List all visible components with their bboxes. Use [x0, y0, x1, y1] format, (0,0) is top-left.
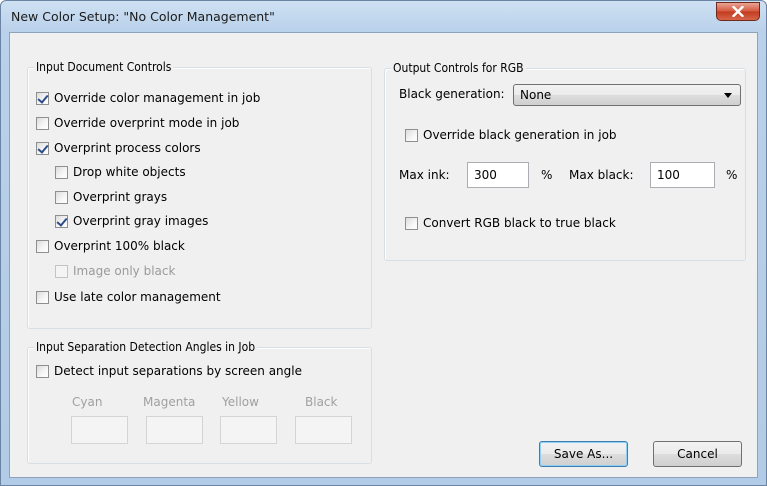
separation-detection-group: Input Separation Detection Angles in Job… — [27, 340, 372, 464]
close-icon — [732, 6, 744, 17]
black-angle-field[interactable] — [295, 416, 352, 444]
checkbox-label: Overprint process colors — [54, 141, 201, 155]
checkbox-box[interactable] — [405, 216, 418, 230]
checkbox-label: Override color management in job — [54, 91, 261, 105]
checkbox-box[interactable] — [36, 116, 49, 130]
checkbox-detect-separations[interactable]: Detect input separations by screen angle — [36, 364, 302, 378]
checkbox-label: Overprint 100% black — [54, 239, 185, 253]
dialog-body: Input Document Controls Override color m… — [9, 32, 758, 478]
checkbox-box[interactable] — [55, 264, 68, 278]
max-ink-field[interactable]: 300 — [467, 162, 529, 188]
checkbox-overprint-grays[interactable]: Overprint grays — [55, 190, 167, 204]
checkbox-use-late-color-management[interactable]: Use late color management — [36, 290, 221, 304]
max-ink-label: Max ink: — [399, 168, 450, 182]
black-generation-label: Black generation: — [399, 87, 505, 101]
max-black-field[interactable]: 100 — [650, 162, 715, 188]
checkbox-drop-white-objects[interactable]: Drop white objects — [55, 165, 186, 179]
yellow-angle-field[interactable] — [220, 416, 277, 444]
dialog-window: New Color Setup: "No Color Management" I… — [0, 0, 767, 486]
group-label-input-document-controls: Input Document Controls — [34, 60, 174, 74]
label-yellow: Yellow — [222, 395, 259, 409]
checkbox-label: Image only black — [73, 264, 176, 278]
max-black-unit: % — [726, 168, 738, 182]
group-label-output-controls: Output Controls for RGB — [391, 61, 526, 75]
checkbox-box[interactable] — [36, 239, 49, 253]
magenta-angle-field[interactable] — [146, 416, 203, 444]
checkbox-box[interactable] — [55, 214, 68, 228]
black-generation-value: None — [520, 88, 552, 102]
chevron-down-icon — [724, 93, 732, 98]
label-black: Black — [305, 395, 338, 409]
checkbox-box[interactable] — [405, 128, 418, 142]
checkbox-label: Overprint grays — [73, 190, 168, 204]
label-cyan: Cyan — [72, 395, 103, 409]
window-title: New Color Setup: "No Color Management" — [11, 9, 275, 24]
checkbox-box[interactable] — [36, 91, 49, 105]
checkbox-label: Use late color management — [54, 290, 221, 304]
max-ink-unit: % — [541, 168, 553, 182]
checkbox-overprint-100-black[interactable]: Overprint 100% black — [36, 239, 185, 253]
checkbox-box[interactable] — [36, 290, 49, 304]
checkbox-label: Overprint gray images — [73, 214, 209, 228]
checkbox-box[interactable] — [55, 190, 68, 204]
checkbox-convert-rgb-black[interactable]: Convert RGB black to true black — [405, 216, 616, 230]
cancel-button[interactable]: Cancel — [653, 441, 742, 467]
checkbox-override-black-generation[interactable]: Override black generation in job — [405, 128, 617, 142]
close-button[interactable] — [716, 2, 760, 21]
checkbox-box[interactable] — [36, 364, 49, 378]
save-as-button[interactable]: Save As... — [539, 441, 628, 467]
checkbox-label: Override black generation in job — [423, 128, 617, 142]
label-magenta: Magenta — [143, 395, 196, 409]
title-bar[interactable]: New Color Setup: "No Color Management" — [1, 1, 766, 32]
black-generation-select[interactable]: None — [513, 84, 741, 106]
output-controls-group: Output Controls for RGB Black generation… — [384, 61, 746, 261]
checkbox-box[interactable] — [36, 141, 49, 155]
checkbox-override-color-management[interactable]: Override color management in job — [36, 91, 260, 105]
cyan-angle-field[interactable] — [71, 416, 128, 444]
input-document-controls-group: Input Document Controls Override color m… — [27, 60, 372, 329]
max-black-label: Max black: — [569, 168, 634, 182]
checkbox-override-overprint-mode[interactable]: Override overprint mode in job — [36, 116, 239, 130]
checkbox-label: Detect input separations by screen angle — [54, 364, 302, 378]
checkbox-label: Drop white objects — [73, 165, 186, 179]
checkbox-label: Override overprint mode in job — [54, 116, 240, 130]
checkbox-overprint-gray-images[interactable]: Overprint gray images — [55, 214, 208, 228]
checkbox-box[interactable] — [55, 165, 68, 179]
group-label-separation-detection: Input Separation Detection Angles in Job — [34, 340, 258, 354]
checkbox-label: Convert RGB black to true black — [423, 216, 616, 230]
checkbox-overprint-process-colors[interactable]: Overprint process colors — [36, 141, 201, 155]
checkbox-image-only-black[interactable]: Image only black — [55, 264, 175, 278]
